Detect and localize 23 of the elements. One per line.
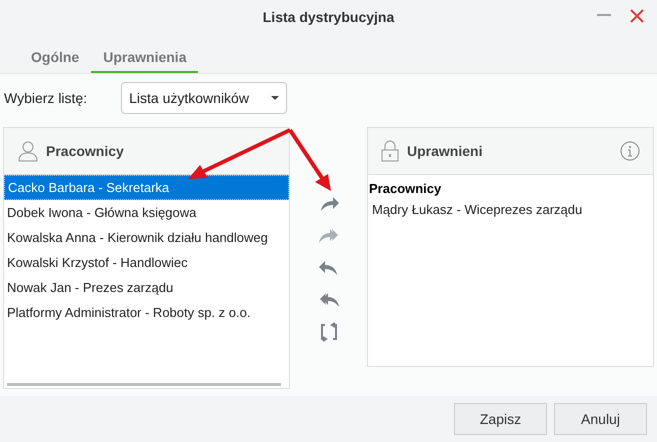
info-icon[interactable] — [620, 141, 640, 161]
padlock-icon — [381, 140, 399, 162]
group-heading: Pracownicy — [369, 180, 442, 198]
list-item[interactable]: Kowalski Krzystof - Handlowiec — [4, 250, 289, 275]
panel-title: Uprawnieni — [407, 142, 484, 161]
dialog-button[interactable]: Zapisz — [454, 403, 547, 435]
close-icon[interactable] — [630, 9, 644, 23]
list-item[interactable]: Dobek Iwona - Główna księgowa — [4, 200, 289, 225]
window-title: Lista dystrybucyjna — [262, 8, 394, 27]
tab[interactable]: Ogólne — [19, 43, 92, 73]
caret-icon — [271, 96, 280, 100]
list-item[interactable]: Platformy Administrator - Roboty sp. z o.o. — [4, 300, 289, 325]
list-dropdown[interactable]: Lista użytkowników — [121, 82, 288, 114]
panel-title: Pracownicy — [46, 142, 124, 161]
dialog-button[interactable]: Anuluj — [554, 403, 647, 435]
person-icon — [18, 140, 38, 162]
tab[interactable]: Uprawnienia — [91, 43, 198, 73]
list-item[interactable]: Mądry Łukasz - Wiceprezes zarządu — [369, 199, 652, 221]
scrollbar[interactable] — [7, 383, 281, 386]
list-item[interactable]: Nowak Jan - Prezes zarządu — [4, 275, 289, 300]
list-item[interactable]: Cacko Barbara - Sekretarka — [4, 175, 289, 200]
field-label: Wybierz listę: — [4, 88, 88, 108]
list-item[interactable]: Kowalska Anna - Kierownik działu handloweg — [4, 225, 289, 250]
